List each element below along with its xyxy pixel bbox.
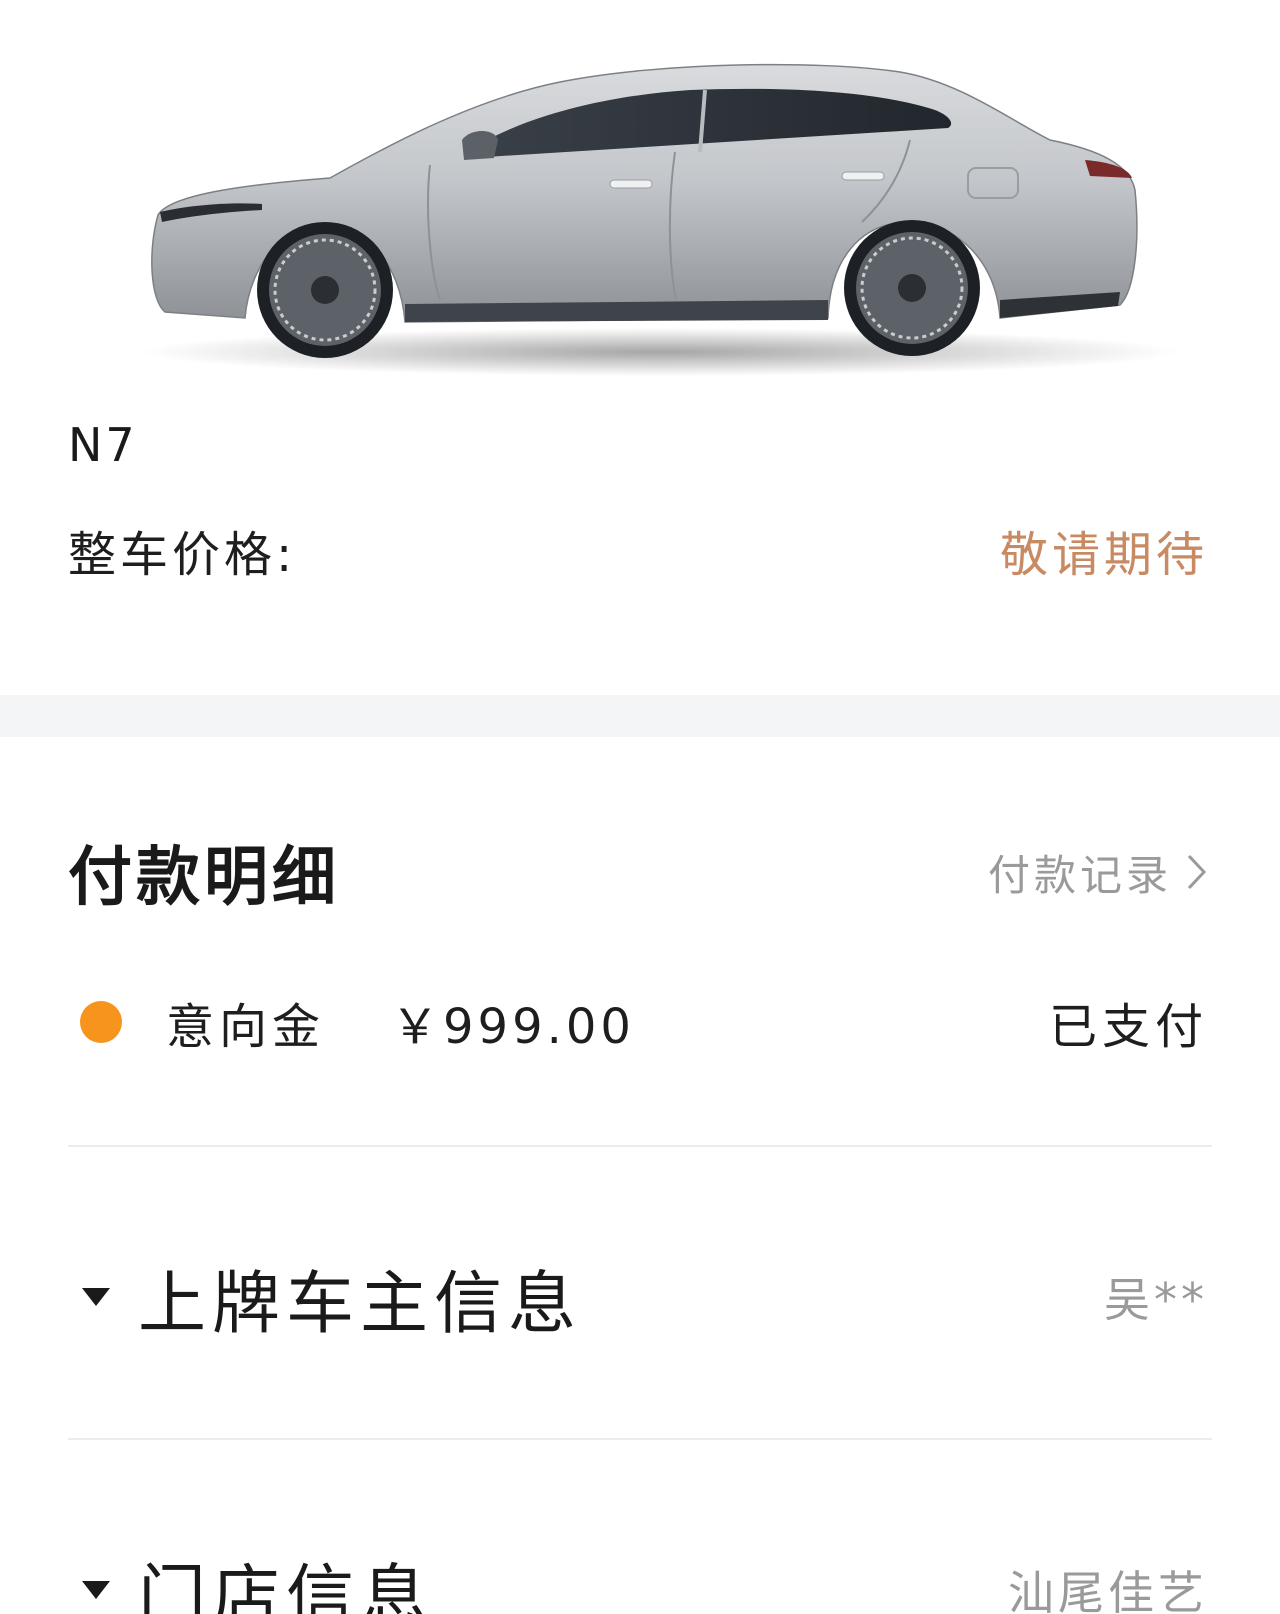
payment-item-status: 已支付	[1048, 999, 1208, 1055]
car-illustration	[140, 63, 1180, 376]
payment-item-amount: ￥999.00	[391, 999, 635, 1055]
model-name: N7	[68, 418, 138, 472]
order-detail-page: N7 整车价格: 敬请期待 付款明细 付款记录 意向金 ￥999.00 已支付 …	[0, 0, 1280, 1614]
status-dot-icon	[80, 1001, 122, 1043]
divider	[68, 1438, 1212, 1440]
payment-record-link[interactable]: 付款记录	[988, 842, 1208, 903]
rear-wheel	[844, 220, 980, 356]
payment-item: 意向金 ￥999.00 已支付	[80, 985, 1208, 1059]
front-wheel	[257, 222, 393, 358]
owner-info-title: 上牌车主信息	[138, 1264, 583, 1344]
owner-info-row[interactable]: 上牌车主信息 吴**	[80, 1252, 1208, 1344]
payment-section-header: 付款明细 付款记录	[68, 830, 1208, 915]
store-info-row[interactable]: 门店信息 汕尾佳艺	[80, 1545, 1208, 1614]
chevron-right-icon	[1187, 854, 1207, 890]
payment-item-name: 意向金	[166, 999, 326, 1055]
payment-record-label: 付款记录	[987, 850, 1172, 900]
divider	[68, 1145, 1212, 1147]
payment-title: 付款明细	[68, 841, 340, 915]
section-separator	[0, 695, 1280, 737]
owner-info-value: 吴**	[1104, 1273, 1208, 1327]
price-label: 整车价格:	[68, 527, 297, 583]
price-value: 敬请期待	[999, 527, 1208, 583]
store-info-value: 汕尾佳艺	[1008, 1566, 1208, 1614]
car-image	[0, 0, 1280, 395]
caret-down-icon	[82, 1581, 110, 1599]
caret-down-icon	[82, 1288, 110, 1306]
price-row: 整车价格: 敬请期待	[68, 518, 1208, 583]
store-info-title: 门店信息	[138, 1557, 435, 1614]
